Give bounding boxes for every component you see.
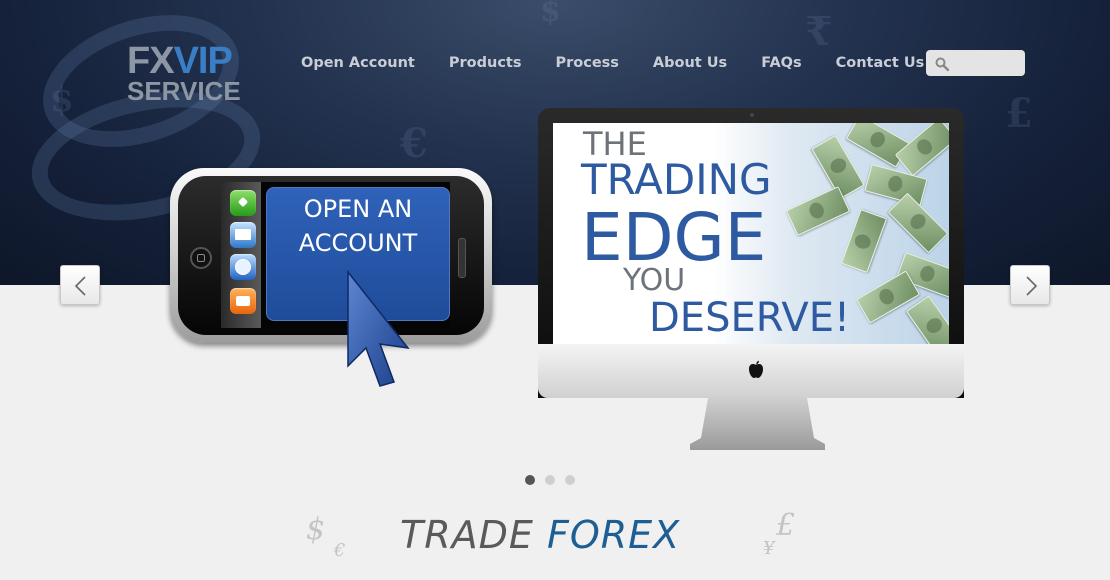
dollar-icon: $ — [50, 80, 74, 120]
slider-dot-1[interactable] — [525, 475, 535, 485]
cursor-arrow-icon — [340, 269, 412, 394]
search-icon[interactable] — [935, 56, 950, 75]
site-logo[interactable]: FXVIP SERVICE — [127, 42, 252, 106]
euro-icon: € — [334, 540, 346, 561]
safari-app-icon — [230, 254, 256, 280]
nav-process[interactable]: Process — [538, 51, 635, 75]
euro-icon: € — [400, 120, 428, 167]
slider-prev-button[interactable] — [60, 265, 100, 305]
trade-forex-heading: TRADE FOREX — [400, 510, 730, 560]
slider-dot-2[interactable] — [545, 475, 555, 485]
camera-icon — [750, 113, 754, 117]
mail-app-icon — [230, 222, 256, 248]
trade-word: TRADE — [400, 513, 534, 557]
open-account-cta-text[interactable]: OPEN AN ACCOUNT — [266, 192, 450, 260]
slider-dot-3[interactable] — [565, 475, 575, 485]
promo-trading: TRADING — [581, 155, 772, 204]
yen-icon: ¥ — [763, 538, 775, 559]
dollar-icon: $ — [306, 512, 326, 547]
search-box — [926, 50, 1025, 76]
slider-pagination — [525, 475, 575, 485]
monitor-stand — [690, 398, 825, 450]
home-button-icon — [190, 247, 212, 269]
speaker-icon — [458, 238, 466, 278]
monitor-illustration[interactable]: THE TRADING EDGE YOU DESERVE! — [538, 108, 964, 398]
dollar-icon: $ — [540, 0, 561, 29]
forex-word: FOREX — [546, 513, 681, 557]
pound-icon: £ — [776, 508, 796, 543]
monitor-chin — [538, 344, 964, 398]
ipod-app-icon — [230, 288, 256, 314]
phone-dock — [221, 182, 261, 328]
main-nav: Open Account Products Process About Us F… — [284, 51, 941, 75]
apple-logo-icon — [748, 360, 764, 383]
search-input[interactable] — [952, 53, 1024, 75]
nav-open-account[interactable]: Open Account — [284, 51, 432, 75]
nav-contact-us[interactable]: Contact Us — [819, 51, 942, 75]
slider-next-button[interactable] — [1010, 265, 1050, 305]
pound-icon: £ — [1005, 90, 1033, 137]
phone-screen: OPEN AN ACCOUNT — [221, 182, 450, 328]
phone-illustration[interactable]: OPEN AN ACCOUNT — [170, 168, 492, 343]
nav-about-us[interactable]: About Us — [636, 51, 744, 75]
logo-service-text: SERVICE — [127, 76, 241, 106]
rupee-icon: ₹ — [805, 8, 833, 55]
promo-you: YOU — [623, 263, 686, 298]
phone-app-icon — [230, 190, 256, 216]
nav-products[interactable]: Products — [432, 51, 539, 75]
monitor-screen: THE TRADING EDGE YOU DESERVE! — [553, 123, 949, 344]
nav-faqs[interactable]: FAQs — [744, 51, 818, 75]
promo-deserve: DESERVE! — [649, 295, 851, 341]
